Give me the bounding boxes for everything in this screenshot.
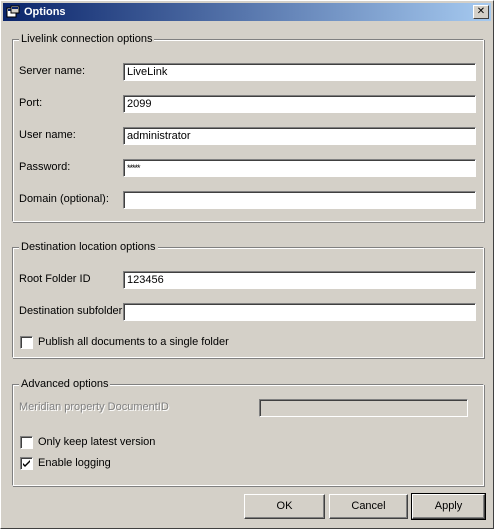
only-keep-latest-label[interactable]: Only keep latest version [38, 435, 155, 449]
enable-logging-label[interactable]: Enable logging [38, 456, 111, 470]
meridian-property-label: Meridian property DocumentID [19, 401, 169, 413]
enable-logging-checkbox[interactable] [20, 457, 33, 470]
options-dialog: Options ✕ Livelink connection options Se… [0, 0, 494, 529]
domain-input[interactable] [123, 191, 476, 209]
advanced-options-legend: Advanced options [19, 377, 111, 391]
options-window-icon [6, 5, 20, 18]
port-label: Port: [19, 97, 43, 109]
server-name-label: Server name: [19, 65, 86, 77]
server-name-input[interactable]: LiveLink [123, 63, 476, 81]
window-title: Options [24, 6, 66, 18]
publish-single-folder-label[interactable]: Publish all documents to a single folder [38, 335, 229, 349]
port-input[interactable]: 2099 [123, 95, 476, 113]
destination-subfolder-label: Destination subfolder: [19, 305, 126, 317]
user-name-label: User name: [19, 129, 76, 141]
root-folder-id-label: Root Folder ID [19, 273, 91, 285]
destination-subfolder-input[interactable] [123, 303, 476, 321]
cancel-button[interactable]: Cancel [329, 494, 408, 519]
title-bar[interactable]: Options ✕ [3, 3, 491, 21]
close-button[interactable]: ✕ [473, 5, 489, 19]
checkmark-icon [23, 460, 30, 467]
password-input[interactable]: ***** [123, 159, 476, 177]
user-name-input[interactable]: administrator [123, 127, 476, 145]
domain-label: Domain (optional): [19, 193, 109, 205]
apply-button[interactable]: Apply [411, 493, 486, 520]
livelink-connection-legend: Livelink connection options [19, 32, 155, 46]
root-folder-id-input[interactable]: 123456 [123, 271, 476, 289]
password-label: Password: [19, 161, 71, 173]
close-icon: ✕ [476, 6, 486, 17]
only-keep-latest-checkbox[interactable] [20, 436, 33, 449]
destination-location-legend: Destination location options [19, 240, 158, 254]
ok-button[interactable]: OK [244, 494, 325, 519]
meridian-property-input [259, 399, 468, 417]
publish-single-folder-checkbox[interactable] [20, 336, 33, 349]
